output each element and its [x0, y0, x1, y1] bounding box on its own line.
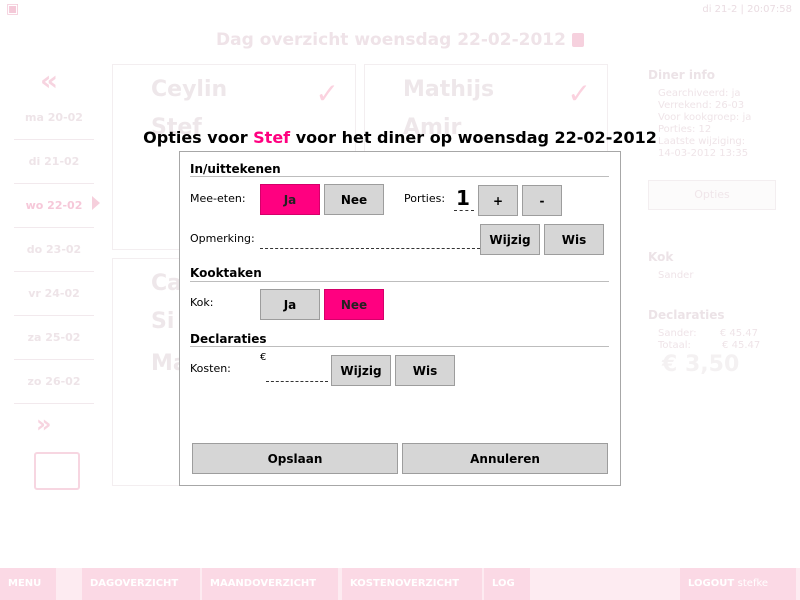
- opslaan-button[interactable]: Opslaan: [192, 443, 398, 474]
- kok-label: Kok:: [190, 296, 214, 309]
- nav-log[interactable]: LOG: [484, 568, 530, 600]
- kosten-wis-button[interactable]: Wis: [395, 355, 455, 386]
- diner-info-line: 14-03-2012 13:35: [658, 148, 749, 159]
- previous-week-icon[interactable]: «: [40, 64, 58, 97]
- day-item[interactable]: vr 24-02: [14, 272, 94, 316]
- day-item[interactable]: za 25-02: [14, 316, 94, 360]
- opmerking-wijzig-button[interactable]: Wijzig: [480, 224, 540, 255]
- kosten-field[interactable]: [266, 380, 328, 382]
- current-datetime: di 21-2 | 20:07:58: [702, 4, 792, 15]
- mee-eten-ja-button[interactable]: Ja: [260, 184, 320, 215]
- dialog-title-prefix: Opties voor: [143, 128, 254, 147]
- diner-info-title: Diner info: [648, 68, 715, 82]
- logout-label: LOGOUT: [688, 578, 735, 589]
- nav-kostenoverzicht[interactable]: KOSTENOVERZICHT: [342, 568, 482, 600]
- price-display: € 3,50: [662, 352, 740, 377]
- checkmark-icon: ✓: [567, 77, 591, 110]
- diner-info-line: Gearchiveerd: ja: [658, 88, 741, 99]
- day-item[interactable]: zo 26-02: [14, 360, 94, 404]
- kok-nee-button[interactable]: Nee: [324, 289, 384, 320]
- diner-info-line: Voor kookgroep: ja: [658, 112, 752, 123]
- kok-name: Sander: [658, 270, 694, 281]
- opmerking-field[interactable]: [260, 247, 480, 249]
- current-day-pointer-icon: [92, 196, 100, 210]
- divider: [190, 346, 609, 347]
- participant-name: Mathijs: [403, 77, 495, 102]
- dialog-title-suffix: voor het diner op woensdag 22-02-2012: [290, 128, 657, 147]
- opmerking-wis-button[interactable]: Wis: [544, 224, 604, 255]
- day-item[interactable]: do 23-02: [14, 228, 94, 272]
- participant-name: Si: [151, 309, 175, 334]
- declaratie-row: Sander: € 45.47: [658, 328, 798, 340]
- next-week-icon[interactable]: »: [36, 410, 51, 438]
- kok-ja-button[interactable]: Ja: [260, 289, 320, 320]
- opmerking-label: Opmerking:: [190, 232, 255, 245]
- options-dialog: In/uittekenen Mee-eten: Ja Nee Porties: …: [179, 151, 621, 486]
- euro-symbol: €: [260, 352, 267, 363]
- totaal-amount: € 45.47: [722, 340, 761, 351]
- mee-eten-nee-button[interactable]: Nee: [324, 184, 384, 215]
- declaratie-amount: € 45.47: [719, 328, 758, 339]
- nav-maandoverzicht[interactable]: MAANDOVERZICHT: [202, 568, 338, 600]
- checkmark-icon: ✓: [315, 77, 339, 110]
- porties-underline: [454, 209, 474, 211]
- lock-icon: [571, 33, 584, 47]
- declaraties-title: Declaraties: [648, 308, 725, 322]
- section-declaraties: Declaraties: [190, 332, 267, 346]
- mee-eten-label: Mee-eten:: [190, 192, 246, 205]
- section-kooktaken: Kooktaken: [190, 266, 262, 280]
- app-logo-icon: ▣: [6, 1, 20, 17]
- totaal-row: Totaal: € 45.47: [658, 340, 798, 352]
- declaratie-name: Sander:: [658, 328, 697, 339]
- opties-button-background[interactable]: Opties: [648, 180, 776, 210]
- kok-title: Kok: [648, 250, 674, 264]
- nav-menu[interactable]: MENU: [0, 568, 56, 600]
- participant-name: Ceylin: [151, 77, 228, 102]
- section-in-uittekenen: In/uittekenen: [190, 162, 281, 176]
- day-item-current[interactable]: wo 22-02: [14, 184, 94, 228]
- porties-minus-button[interactable]: -: [522, 185, 562, 216]
- bottom-nav-bar: MENU DAGOVERZICHT MAANDOVERZICHT KOSTENO…: [0, 568, 800, 600]
- participant-name: Ca: [151, 271, 182, 296]
- porties-label: Porties:: [404, 192, 446, 205]
- dialog-title-name: Stef: [253, 128, 291, 147]
- totaal-label: Totaal:: [658, 340, 691, 351]
- porties-value: 1: [456, 186, 470, 210]
- calendar-icon[interactable]: [34, 452, 80, 490]
- nav-dagoverzicht[interactable]: DAGOVERZICHT: [82, 568, 200, 600]
- divider: [190, 281, 609, 282]
- porties-plus-button[interactable]: +: [478, 185, 518, 216]
- diner-info-line: Verrekend: 26-03: [658, 100, 745, 111]
- dialog-title: Opties voor Stef voor het diner op woens…: [0, 128, 800, 147]
- kosten-label: Kosten:: [190, 362, 231, 375]
- nav-logout[interactable]: LOGOUT stefke: [680, 568, 796, 600]
- logged-in-user: stefke: [737, 578, 769, 589]
- annuleren-button[interactable]: Annuleren: [402, 443, 608, 474]
- right-info-panel: Diner info Gearchiveerd: ja Verrekend: 2…: [648, 68, 798, 352]
- divider: [190, 176, 609, 177]
- kosten-wijzig-button[interactable]: Wijzig: [331, 355, 391, 386]
- day-title: Dag overzicht woensdag 22-02-2012: [0, 30, 800, 50]
- day-title-text: Dag overzicht woensdag 22-02-2012: [216, 30, 566, 50]
